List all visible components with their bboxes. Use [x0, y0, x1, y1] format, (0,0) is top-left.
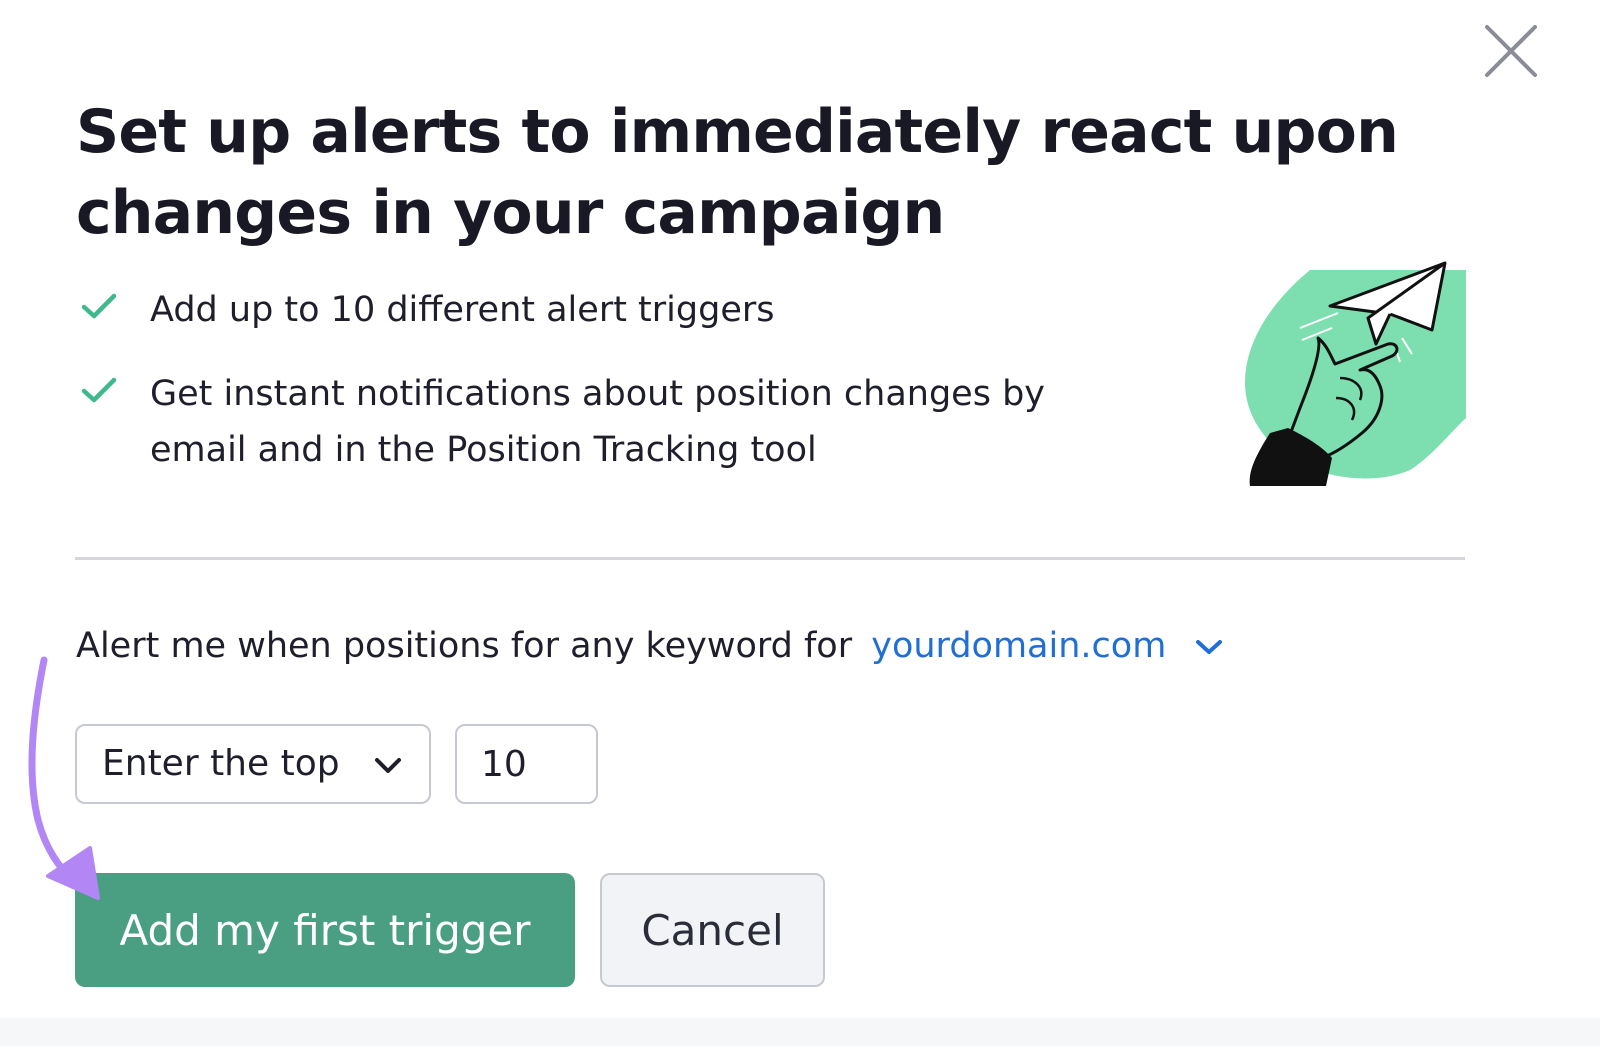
condition-select-value: Enter the top [102, 743, 340, 784]
feature-text: Get instant notifications about position… [150, 374, 1045, 414]
pointer-arrow-icon [28, 656, 100, 900]
feature-list: Add up to 10 different alert triggers Ge… [78, 282, 1045, 478]
condition-select[interactable]: Enter the top [75, 724, 431, 804]
add-first-trigger-button[interactable]: Add my first trigger [75, 873, 575, 987]
check-icon [81, 293, 117, 319]
chevron-down-icon [375, 758, 401, 773]
domain-selector[interactable]: yourdomain.com [871, 626, 1166, 666]
alerts-dialog: Set up alerts to immediately react upon … [0, 0, 1600, 1046]
dialog-title: Set up alerts to immediately react upon … [76, 92, 1516, 254]
feature-item: Get instant notifications about position… [78, 366, 1045, 478]
close-icon [1485, 25, 1537, 77]
cancel-button[interactable]: Cancel [600, 873, 825, 987]
feature-text: Add up to 10 different alert triggers [150, 290, 775, 330]
feature-text: email and in the Position Tracking tool [150, 430, 817, 470]
divider [75, 557, 1465, 560]
close-button[interactable] [1480, 20, 1542, 82]
alert-prefix: Alert me when positions for any keyword … [76, 626, 853, 666]
paper-plane-hand-illustration [1245, 261, 1466, 486]
alert-sentence: Alert me when positions for any keyword … [76, 618, 1225, 674]
dialog-title-line: Set up alerts to immediately react upon [76, 97, 1399, 167]
top-positions-input[interactable] [455, 724, 598, 804]
footer-strip [0, 1018, 1600, 1046]
dialog-title-line: changes in your campaign [76, 178, 945, 248]
check-icon [81, 377, 117, 403]
feature-item: Add up to 10 different alert triggers [78, 282, 1045, 338]
chevron-down-icon[interactable] [1193, 636, 1225, 658]
